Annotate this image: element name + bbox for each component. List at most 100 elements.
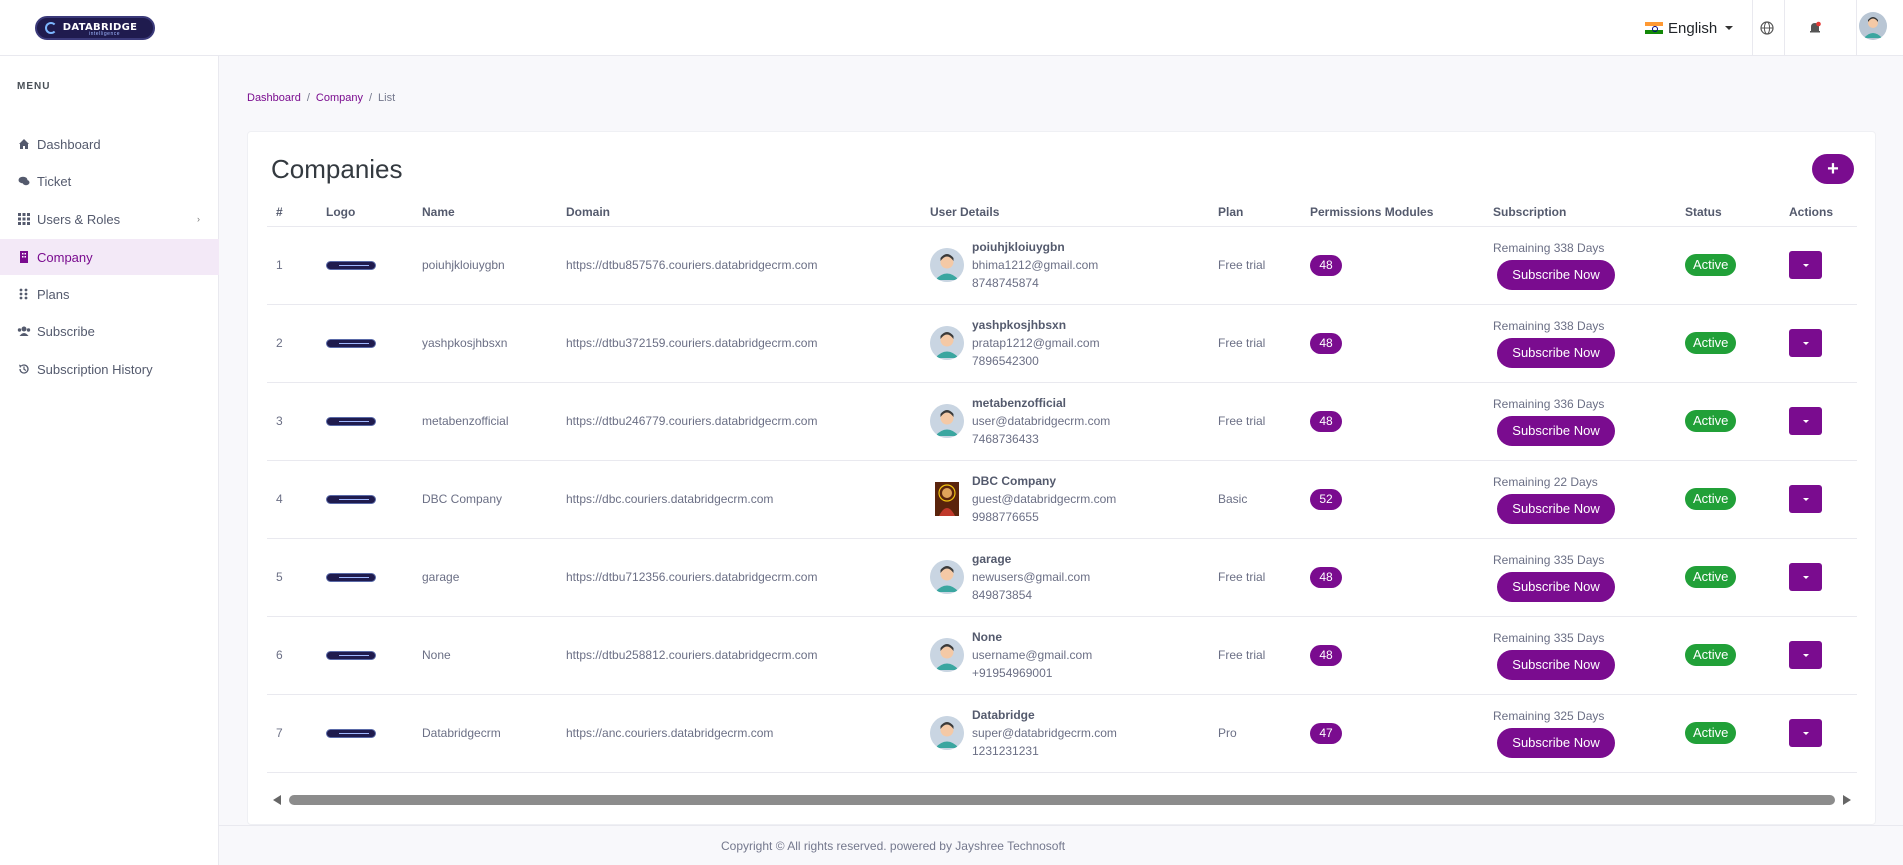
plan-name: Basic <box>1209 460 1301 539</box>
chevron-down-icon <box>1802 731 1809 735</box>
permissions-badge: 48 <box>1310 254 1342 276</box>
grid-icon <box>17 212 31 226</box>
company-domain[interactable]: https://dbc.couriers.databridgecrm.com <box>557 460 921 539</box>
actions-dropdown-button[interactable] <box>1789 719 1822 747</box>
history-icon <box>17 362 31 376</box>
subscription-remaining: Remaining 325 Days <box>1493 708 1605 723</box>
column-header: Actions <box>1780 198 1857 227</box>
status-badge: Active <box>1685 410 1737 432</box>
actions-dropdown-button[interactable] <box>1789 329 1822 357</box>
status-badge: Active <box>1685 332 1737 354</box>
company-domain[interactable]: https://dtbu372159.couriers.databridgecr… <box>557 304 921 383</box>
table-row: 4 DBC Company https://dbc.couriers.databri… <box>267 460 1857 539</box>
sidebar-item-ticket[interactable]: Ticket <box>0 163 219 199</box>
user-avatar <box>930 326 964 360</box>
subscribe-now-button[interactable]: Subscribe Now <box>1497 571 1615 602</box>
column-header: Permissions Modules <box>1301 198 1484 227</box>
actions-dropdown-button[interactable] <box>1789 641 1822 669</box>
table-row: 7 Databridgecrm https://anc.couriers.datab… <box>267 694 1857 773</box>
sidebar-item-subscribe[interactable]: Subscribe <box>0 313 219 349</box>
user-avatar <box>930 560 964 594</box>
header-divider <box>1784 0 1785 55</box>
sidebar-item-label: Company <box>37 249 93 265</box>
user-phone: 1231231231 <box>972 744 1039 758</box>
breadcrumb-dashboard[interactable]: Dashboard <box>247 92 301 104</box>
subscribe-now-button[interactable]: Subscribe Now <box>1497 337 1615 368</box>
plan-name: Pro <box>1209 694 1301 773</box>
row-number: 6 <box>267 616 317 695</box>
bell-icon[interactable] <box>1801 14 1829 42</box>
scroll-left-arrow-icon[interactable] <box>273 795 281 805</box>
horizontal-scrollbar[interactable] <box>267 792 1857 808</box>
user-details: poiuhjkloiuygbn bhima1212@gmail.com 874874… <box>930 238 1200 292</box>
actions-dropdown-button[interactable] <box>1789 485 1822 513</box>
logo-mark-icon <box>45 22 57 34</box>
company-name: metabenzofficial <box>413 382 557 461</box>
actions-dropdown-button[interactable] <box>1789 563 1822 591</box>
add-company-button[interactable]: + <box>1812 154 1854 184</box>
brand-logo[interactable]: DATABRIDGE intelligence <box>35 16 155 40</box>
company-domain[interactable]: https://dtbu857576.couriers.databridgecr… <box>557 226 921 305</box>
globe-icon[interactable] <box>1753 14 1781 42</box>
company-logo <box>326 260 376 270</box>
column-header: Plan <box>1209 198 1301 227</box>
plan-name: Free trial <box>1209 304 1301 383</box>
sidebar-item-company[interactable]: Company <box>0 239 219 275</box>
permissions-badge: 48 <box>1310 332 1342 354</box>
sidebar-item-dashboard[interactable]: Dashboard <box>0 126 219 162</box>
user-details: garage newusers@gmail.com 849873854 <box>930 550 1200 604</box>
breadcrumb-current: List <box>378 92 396 104</box>
sidebar: MENU Dashboard Ticket Users & Roles › Co… <box>0 56 219 865</box>
row-number: 4 <box>267 460 317 539</box>
user-phone: 7896542300 <box>972 354 1039 368</box>
user-email: newusers@gmail.com <box>972 570 1091 584</box>
logo-subtext: intelligence <box>89 31 121 37</box>
user-avatar <box>930 248 964 282</box>
actions-dropdown-button[interactable] <box>1789 407 1822 435</box>
scroll-right-arrow-icon[interactable] <box>1843 795 1851 805</box>
actions-dropdown-button[interactable] <box>1789 251 1822 279</box>
company-logo <box>326 338 376 348</box>
plan-name: Free trial <box>1209 538 1301 617</box>
status-badge: Active <box>1685 488 1737 510</box>
header-divider <box>1856 0 1857 55</box>
user-avatar <box>930 716 964 750</box>
company-domain[interactable]: https://anc.couriers.databridgecrm.com <box>557 694 921 773</box>
user-email: user@databridgecrm.com <box>972 414 1111 428</box>
company-logo <box>326 572 376 582</box>
plan-name: Free trial <box>1209 226 1301 305</box>
row-number: 3 <box>267 382 317 461</box>
company-domain[interactable]: https://dtbu258812.couriers.databridgecr… <box>557 616 921 695</box>
user-avatar[interactable] <box>1859 12 1887 40</box>
subscription-remaining: Remaining 338 Days <box>1493 318 1605 333</box>
sidebar-item-label: Ticket <box>37 173 72 189</box>
breadcrumb-company[interactable]: Company <box>316 92 363 104</box>
subscribe-now-button[interactable]: Subscribe Now <box>1497 727 1615 758</box>
companies-card: Companies + # Logo Name Domain User Deta… <box>247 131 1876 825</box>
scrollbar-thumb[interactable] <box>289 795 1835 805</box>
language-selector[interactable]: English <box>1645 19 1734 37</box>
row-number: 2 <box>267 304 317 383</box>
company-domain[interactable]: https://dtbu712356.couriers.databridgecr… <box>557 538 921 617</box>
company-name: DBC Company <box>413 460 557 539</box>
user-name: garage <box>972 552 1012 566</box>
user-email: super@databridgecrm.com <box>972 726 1117 740</box>
sidebar-item-subscription-history[interactable]: Subscription History <box>0 351 219 387</box>
table-row: 1 poiuhjkloiuygbn https://dtbu857576.couri… <box>267 226 1857 305</box>
sidebar-item-plans[interactable]: Plans <box>0 276 219 312</box>
company-name: yashpkosjhbsxn <box>413 304 557 383</box>
user-name: None <box>972 630 1002 644</box>
subscribe-now-button[interactable]: Subscribe Now <box>1497 649 1615 680</box>
user-phone: 849873854 <box>972 588 1033 602</box>
user-phone: +91954969001 <box>972 666 1053 680</box>
sidebar-item-users-roles[interactable]: Users & Roles › <box>0 201 219 237</box>
table-body: 1 poiuhjkloiuygbn https://dtbu857576.couri… <box>267 226 1857 773</box>
column-header: # <box>267 198 317 227</box>
company-domain[interactable]: https://dtbu246779.couriers.databridgecr… <box>557 382 921 461</box>
column-header: Name <box>413 198 557 227</box>
india-flag-icon <box>1645 22 1663 34</box>
subscribe-now-button[interactable]: Subscribe Now <box>1497 493 1615 524</box>
subscribe-now-button[interactable]: Subscribe Now <box>1497 259 1615 290</box>
subscribe-now-button[interactable]: Subscribe Now <box>1497 415 1615 446</box>
user-name: poiuhjkloiuygbn <box>972 240 1065 254</box>
